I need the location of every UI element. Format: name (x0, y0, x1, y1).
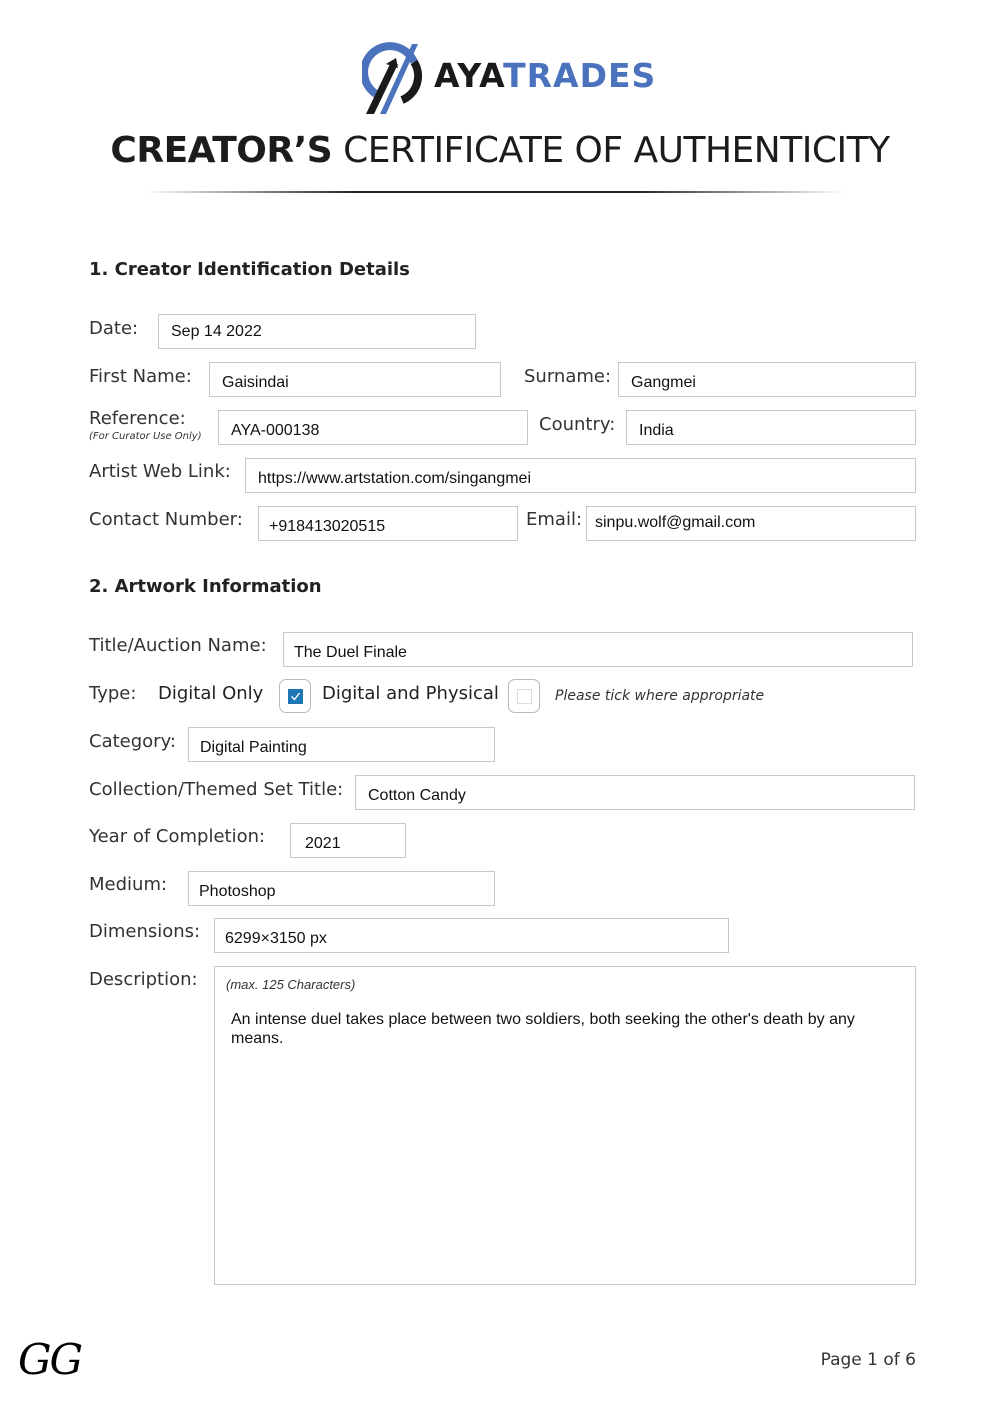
brand-name: AYATRADES (434, 56, 656, 95)
first-name-label: First Name: (89, 366, 192, 387)
brand-logo: AYATRADES (362, 40, 655, 116)
date-label: Date: (89, 318, 139, 339)
brand-name-part1: AYA (434, 56, 504, 95)
page-title: CREATOR’S CERTIFICATE OF AUTHENTICITY (0, 130, 1000, 171)
description-text: An intense duel takes place between two … (231, 1011, 855, 1047)
category-field[interactable]: Digital Painting (188, 727, 495, 762)
country-label: Country: (539, 414, 616, 435)
digital-physical-checkbox[interactable] (508, 679, 540, 713)
type-hint: Please tick where appropriate (555, 688, 765, 704)
description-field[interactable]: (max. 125 Characters) An intense duel ta… (214, 966, 916, 1285)
page-number: Page 1 of 6 (820, 1350, 916, 1370)
surname-field[interactable]: Gangmei (618, 362, 916, 397)
description-label: Description: (89, 969, 198, 990)
reference-field[interactable]: AYA-000138 (218, 410, 528, 445)
date-field[interactable]: Sep 14 2022 (158, 314, 476, 349)
page-title-light: CERTIFICATE OF AUTHENTICITY (343, 130, 890, 171)
type-digital-only-label: Digital Only (158, 683, 264, 704)
collection-field[interactable]: Cotton Candy (355, 775, 915, 810)
page-title-bold: CREATOR’S (110, 130, 333, 171)
web-link-label: Artist Web Link: (89, 461, 231, 482)
collection-label: Collection/Themed Set Title: (89, 779, 344, 800)
reference-sublabel: (For Curator Use Only) (89, 431, 202, 442)
title-field[interactable]: The Duel Finale (283, 632, 913, 667)
country-field[interactable]: India (626, 410, 916, 445)
description-hint: (max. 125 Characters) (226, 977, 356, 992)
email-label: Email: (526, 509, 583, 530)
section-heading-creator: 1. Creator Identification Details (89, 259, 410, 280)
contact-number-label: Contact Number: (89, 509, 243, 530)
brand-name-part2: TRADES (503, 56, 657, 95)
first-name-field[interactable]: Gaisindai (209, 362, 501, 397)
dimensions-label: Dimensions: (89, 921, 201, 942)
medium-label: Medium: (89, 874, 168, 895)
section-heading-artwork: 2. Artwork Information (89, 576, 322, 597)
web-link-field[interactable]: https://www.artstation.com/singangmei (245, 458, 916, 493)
medium-field[interactable]: Photoshop (188, 871, 495, 906)
year-field[interactable]: 2021 (290, 823, 406, 858)
title-label: Title/Auction Name: (89, 635, 267, 656)
checkbox-empty-fill (517, 689, 532, 704)
surname-label: Surname: (524, 366, 612, 387)
ayatrades-logo-icon (362, 42, 423, 114)
signature-initials: GG (18, 1335, 83, 1384)
reference-label: Reference: (89, 408, 186, 429)
digital-only-checkbox[interactable] (279, 679, 311, 713)
type-label: Type: (89, 683, 137, 704)
year-label: Year of Completion: (89, 826, 266, 847)
checkmark-icon (291, 692, 301, 701)
title-divider (145, 191, 845, 193)
dimensions-field[interactable]: 6299×3150 px (214, 918, 729, 953)
category-label: Category: (89, 731, 176, 752)
email-field[interactable]: sinpu.wolf@gmail.com (586, 506, 916, 541)
checkbox-checked-fill (288, 689, 303, 704)
contact-number-field[interactable]: +918413020515 (258, 506, 518, 541)
type-digital-physical-label: Digital and Physical (322, 683, 499, 704)
